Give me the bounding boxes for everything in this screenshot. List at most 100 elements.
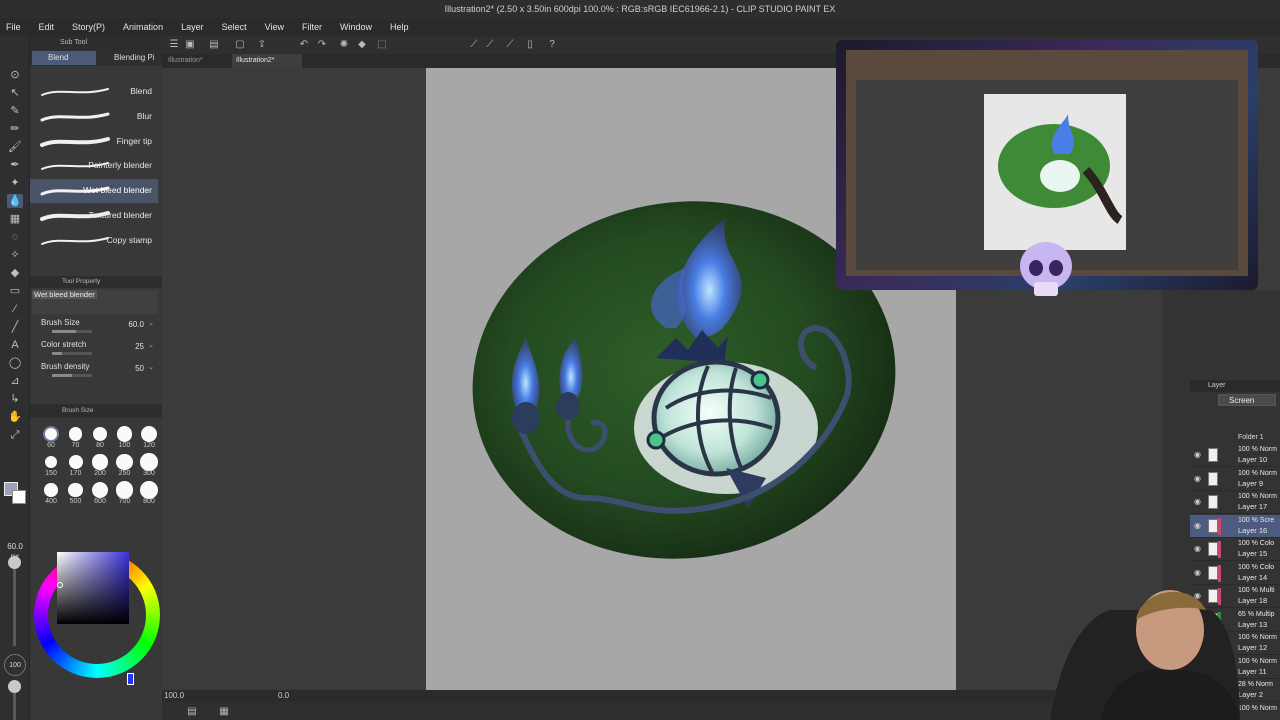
decoration-tool-icon[interactable]: ✦ (7, 176, 23, 190)
sv-cursor[interactable] (57, 582, 63, 588)
brush-item-wet-bleed-blender[interactable]: Wet bleed blender (30, 179, 158, 204)
brush-size-dot[interactable] (45, 428, 57, 440)
blend-mode-select[interactable]: Screen (1218, 394, 1276, 406)
property-brush-size[interactable]: Brush Size 60.0 ⌄ (40, 318, 156, 340)
property-value[interactable]: 50 (135, 364, 144, 373)
settings-icon[interactable]: ✺ (338, 39, 350, 51)
balloon-tool-icon[interactable]: ◯ (7, 356, 23, 370)
pencil-tool-icon[interactable]: ✏ (7, 122, 23, 136)
tab-blending-pi[interactable]: Blending Pi (98, 51, 162, 65)
menu-story[interactable]: Story(P) (72, 22, 105, 32)
layer-row[interactable]: ◉ 100 % Norm Layer 9 (1190, 468, 1280, 491)
brush-item-painterly-blender[interactable]: Painterly blender (30, 154, 158, 178)
brush-item-textured-blender[interactable]: Textured blender (30, 204, 158, 228)
help-icon[interactable]: ? (546, 39, 558, 51)
transform-icon[interactable]: ⬚ (376, 39, 388, 51)
spinner-icon[interactable]: ⌄ (148, 319, 154, 327)
size-slider-track[interactable] (13, 556, 16, 646)
visibility-eye-icon[interactable]: ◉ (1194, 568, 1201, 577)
ruler-tool-icon[interactable]: ↳ (7, 392, 23, 406)
opacity-slider-knob[interactable] (8, 680, 21, 693)
brush-size-dot[interactable] (68, 482, 83, 498)
menu-animation[interactable]: Animation (123, 22, 163, 32)
brush-size-dot[interactable] (115, 481, 134, 499)
menu-edit[interactable]: Edit (39, 22, 55, 32)
text-tool-icon[interactable]: A (7, 338, 23, 352)
fill-tool-icon[interactable]: ◆ (7, 266, 23, 280)
property-color-stretch[interactable]: Color stretch 25 ⌄ (40, 340, 156, 362)
brush-size-dot[interactable] (92, 482, 108, 498)
menu-window[interactable]: Window (340, 22, 372, 32)
lasso-tool-icon[interactable]: ◌ (7, 230, 23, 244)
brush-size-dot[interactable] (92, 454, 108, 470)
property-slider[interactable] (52, 352, 92, 355)
brush-size-dot[interactable] (44, 455, 58, 469)
brush-tool-icon[interactable]: 🖌 (7, 140, 23, 154)
layer-row[interactable]: ◉ 100 % Scre Layer 16 (1190, 514, 1280, 538)
menu-help[interactable]: Help (390, 22, 409, 32)
navigator-icon[interactable]: ▦ (218, 706, 230, 718)
property-brush-density[interactable]: Brush density 50 ⌄ (40, 362, 156, 384)
saturation-value-square[interactable] (57, 552, 129, 624)
brush-size-dot[interactable] (140, 453, 158, 471)
redo-icon[interactable]: ↷ (316, 39, 328, 51)
property-slider[interactable] (52, 374, 92, 377)
auto-select-tool-icon[interactable]: ✧ (7, 248, 23, 262)
spinner-icon[interactable]: ⌄ (148, 363, 154, 371)
doc-tab-illustration[interactable]: Illustration* (164, 54, 230, 68)
visibility-eye-icon[interactable]: ◉ (1194, 497, 1201, 506)
new-canvas-icon[interactable]: ▣ (184, 39, 196, 51)
brush-size-dot[interactable] (139, 480, 159, 500)
undo-icon[interactable]: ↶ (298, 39, 310, 51)
menu-icon[interactable]: ☰ (168, 39, 180, 51)
layer-row[interactable]: ◉ 100 % Colo Layer 15 (1190, 538, 1280, 561)
blend-tool-icon[interactable]: 💧 (7, 194, 23, 208)
brush-size-dot[interactable] (140, 425, 158, 443)
ruler-snap-icon[interactable]: ⟋ (504, 39, 516, 51)
brush-size-dot[interactable] (68, 427, 83, 441)
brush-item-copy-stamp[interactable]: Copy stamp (30, 229, 158, 253)
menu-filter[interactable]: Filter (302, 22, 322, 32)
eyedropper-tool-icon[interactable]: ⁄ (7, 302, 23, 316)
property-value[interactable]: 60.0 (128, 320, 144, 329)
spinner-icon[interactable]: ⌄ (148, 341, 154, 349)
export-icon[interactable]: ⇪ (256, 39, 268, 51)
property-slider[interactable] (52, 330, 92, 333)
hue-marker[interactable] (127, 673, 134, 685)
airbrush-tool-icon[interactable]: ✒ (7, 158, 23, 172)
brush-item-blur[interactable]: Blur (30, 105, 158, 129)
fill-icon[interactable]: ◆ (356, 39, 368, 51)
layer-row[interactable]: ◉ 100 % Norm Layer 10 (1190, 444, 1280, 467)
save-icon[interactable]: ▢ (234, 39, 246, 51)
brush-item-blend[interactable]: Blend (30, 80, 158, 104)
rotation-value[interactable]: 0.0 (278, 691, 289, 700)
open-icon[interactable]: ▤ (208, 39, 220, 51)
visibility-eye-icon[interactable]: ◉ (1194, 521, 1201, 530)
snap-icon[interactable]: ⟋ (484, 39, 496, 51)
gradient-tool-icon[interactable]: ▭ (7, 284, 23, 298)
brush-size-dot[interactable] (116, 426, 133, 442)
layer-palette-icon[interactable]: ▤ (186, 706, 198, 718)
brush-item-finger-tip[interactable]: Finger tip (30, 130, 158, 154)
figure-tool-icon[interactable]: ▦ (7, 212, 23, 226)
operation-tool-icon[interactable]: ↖ (7, 86, 23, 100)
move-tool-icon[interactable]: ⤢ (7, 428, 23, 442)
zoom-value[interactable]: 100.0 (164, 691, 184, 700)
menu-select[interactable]: Select (222, 22, 247, 32)
brush-size-dot[interactable] (44, 483, 58, 497)
visibility-eye-icon[interactable]: ◉ (1194, 474, 1201, 483)
menu-view[interactable]: View (265, 22, 284, 32)
doc-tab-illustration2[interactable]: Illustration2* (232, 54, 302, 68)
pen-pressure-icon[interactable]: ⟋ (468, 39, 480, 51)
clip-studio-icon[interactable]: ▯ (524, 39, 536, 51)
visibility-eye-icon[interactable]: ◉ (1194, 450, 1201, 459)
hand-tool-icon[interactable]: ✋ (7, 410, 23, 424)
pen-tool-icon[interactable]: ✎ (7, 104, 23, 118)
property-value[interactable]: 25 (135, 342, 144, 351)
brush-size-dot[interactable] (68, 455, 83, 469)
menu-file[interactable]: File (6, 22, 21, 32)
brush-size-dot[interactable] (92, 426, 108, 442)
layer-row[interactable]: ◉ 100 % Norm Layer 17 (1190, 491, 1280, 514)
tab-blend[interactable]: Blend (32, 51, 96, 65)
visibility-eye-icon[interactable]: ◉ (1194, 544, 1201, 553)
